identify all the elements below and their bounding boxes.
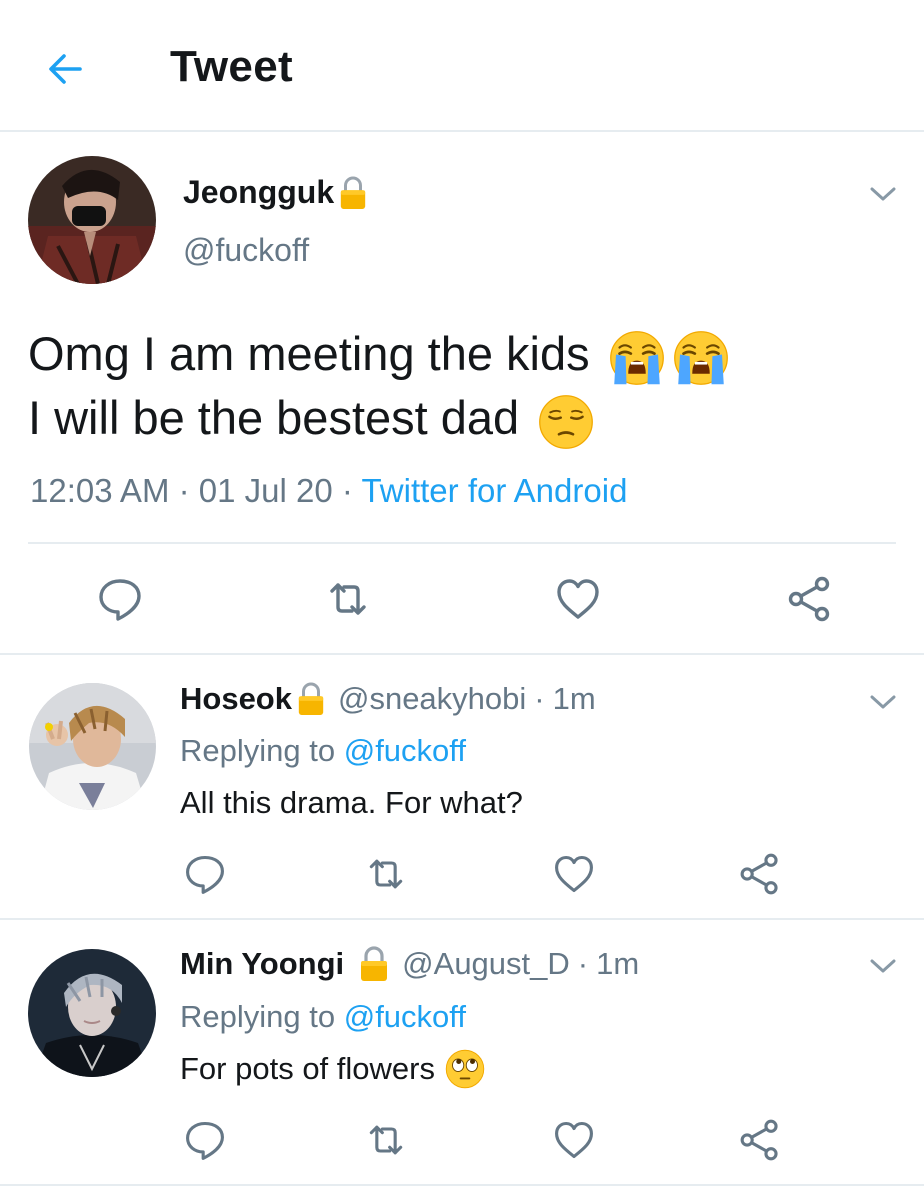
replying-to: Replying to @fuckoff	[180, 999, 466, 1035]
tweet-text-line-1: Omg I am meeting the kids	[28, 322, 729, 386]
reply-author-name[interactable]: Min Yoongi	[180, 946, 344, 982]
meta-separator: ·	[178, 472, 190, 509]
replying-to-link[interactable]: @fuckoff	[344, 733, 466, 768]
reply-text-row: For pots of flowers	[180, 1049, 485, 1089]
avatar[interactable]	[29, 683, 156, 810]
face-with-rolling-eyes-icon	[445, 1049, 485, 1089]
tweet-text: Omg I am meeting the kids I will be the …	[28, 322, 729, 450]
avatar[interactable]	[28, 949, 156, 1077]
author-name[interactable]: Jeongguk	[183, 174, 334, 211]
reply-age[interactable]: 1m	[596, 946, 639, 982]
meta-separator: ·	[534, 681, 545, 716]
tweet-source-link[interactable]: Twitter for Android	[361, 472, 627, 509]
reply-icon[interactable]	[96, 575, 144, 623]
tweet-date[interactable]: 01 Jul 20	[199, 472, 333, 509]
pensive-face-icon	[538, 394, 594, 450]
divider	[28, 542, 896, 544]
page-title: Tweet	[170, 42, 293, 91]
divider	[0, 653, 924, 655]
reply-icon[interactable]	[183, 1118, 227, 1162]
like-icon[interactable]	[554, 575, 602, 623]
meta-separator: ·	[577, 946, 589, 981]
share-icon[interactable]	[738, 852, 782, 896]
reply-text: All this drama. For what?	[180, 785, 523, 820]
reply-icon[interactable]	[183, 852, 227, 896]
arrow-left-icon[interactable]	[44, 46, 90, 92]
reply-text: For pots of flowers	[180, 1051, 435, 1086]
retweet-icon[interactable]	[324, 575, 372, 623]
meta-separator: ·	[341, 472, 353, 509]
replying-to-label: Replying to	[180, 999, 336, 1034]
retweet-icon[interactable]	[364, 1118, 408, 1162]
tweet-text-line-2-content: I will be the bestest dad	[28, 391, 520, 444]
reply-author-handle[interactable]: @August_D	[402, 946, 570, 982]
author-handle[interactable]: @fuckoff	[183, 232, 309, 269]
retweet-icon[interactable]	[364, 852, 408, 896]
top-bar: Tweet	[0, 0, 924, 132]
author-name-row: Jeongguk	[183, 174, 368, 211]
replying-to-label: Replying to	[180, 733, 336, 768]
lock-icon	[358, 946, 390, 982]
tweet-text-line-2: I will be the bestest dad	[28, 386, 729, 450]
like-icon[interactable]	[552, 852, 596, 896]
loudly-crying-face-icon	[673, 330, 729, 386]
reply-author-handle[interactable]: @sneakyhobi	[338, 681, 526, 717]
chevron-down-icon[interactable]	[866, 954, 900, 978]
tweet-text-line-1-content: Omg I am meeting the kids	[28, 327, 590, 380]
share-icon[interactable]	[738, 1118, 782, 1162]
lock-icon	[338, 176, 368, 210]
replying-to-link[interactable]: @fuckoff	[344, 999, 466, 1034]
chevron-down-icon[interactable]	[866, 690, 900, 714]
like-icon[interactable]	[552, 1118, 596, 1162]
share-icon[interactable]	[786, 575, 834, 623]
loudly-crying-face-icon	[609, 330, 665, 386]
tweet-meta: 12:03 AM · 01 Jul 20 · Twitter for Andro…	[30, 472, 627, 510]
reply-header: Hoseok @sneakyhobi · 1m	[180, 681, 596, 717]
reply-age[interactable]: 1m	[553, 681, 596, 717]
tweet-time[interactable]: 12:03 AM	[30, 472, 169, 509]
divider	[0, 918, 924, 920]
reply-header: Min Yoongi @August_D · 1m	[180, 946, 639, 982]
reply-author-name[interactable]: Hoseok	[180, 681, 292, 717]
lock-icon	[296, 682, 326, 716]
replying-to: Replying to @fuckoff	[180, 733, 466, 769]
divider	[0, 1184, 924, 1186]
avatar[interactable]	[28, 156, 156, 284]
chevron-down-icon[interactable]	[866, 182, 900, 206]
